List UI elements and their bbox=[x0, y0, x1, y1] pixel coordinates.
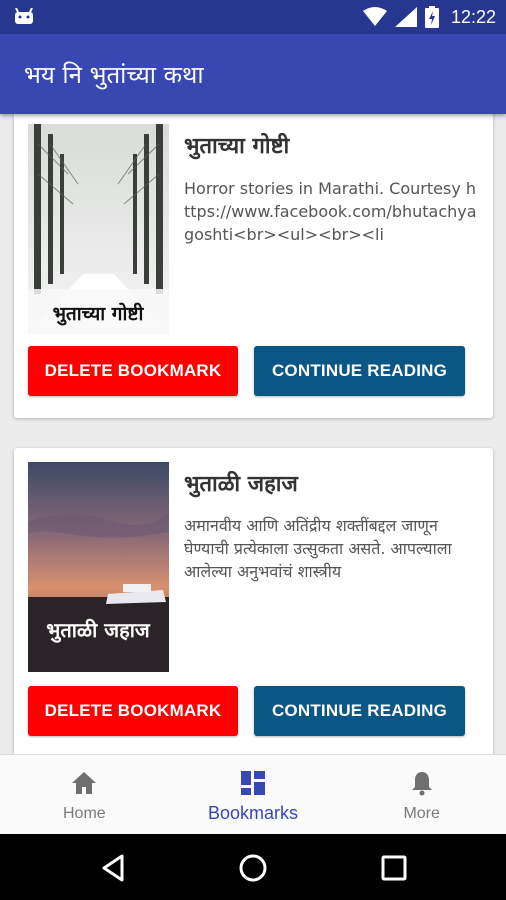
bell-icon bbox=[411, 772, 432, 796]
battery-charging-icon bbox=[424, 6, 439, 28]
app-bar: भय नि भुतांच्या कथा bbox=[0, 34, 506, 114]
wifi-icon bbox=[362, 7, 387, 26]
book-cover-image[interactable]: भुताळी जहाज bbox=[28, 462, 169, 672]
recents-icon[interactable] bbox=[378, 852, 410, 884]
bookmark-card[interactable]: भुताळी जहाज भुताळी जहाज अमानवीय आणि अतिं… bbox=[14, 448, 493, 754]
home-icon bbox=[72, 772, 97, 794]
nav-item-home[interactable]: Home bbox=[0, 755, 169, 834]
book-title[interactable]: भुताच्या गोष्टी bbox=[184, 130, 289, 160]
nav-label-home: Home bbox=[62, 805, 106, 822]
page-title: भय नि भुतांच्या कथा bbox=[24, 61, 204, 89]
book-cover-image[interactable]: भुताच्या गोष्टी bbox=[28, 124, 169, 334]
bottom-navigation: Home Bookmarks More bbox=[0, 754, 506, 834]
book-title[interactable]: भुताळी जहाज bbox=[184, 468, 298, 498]
delete-bookmark-button[interactable]: DELETE BOOKMARK bbox=[28, 346, 238, 396]
nav-label-more: More bbox=[403, 805, 440, 822]
signal-icon bbox=[394, 7, 417, 27]
bookmarks-grid-icon bbox=[241, 771, 265, 795]
continue-reading-button[interactable]: CONTINUE READING bbox=[254, 346, 465, 396]
book-description: Horror stories in Marathi. Courtesy http… bbox=[184, 179, 477, 244]
nav-item-more[interactable]: More bbox=[337, 755, 506, 834]
delete-bookmark-button[interactable]: DELETE BOOKMARK bbox=[28, 686, 238, 736]
nav-item-bookmarks[interactable]: Bookmarks bbox=[169, 755, 338, 834]
cover-title: भुताळी जहाज bbox=[46, 618, 151, 643]
status-bar: 12:22 bbox=[0, 0, 506, 34]
home-circle-icon[interactable] bbox=[237, 852, 269, 884]
bookmarks-list[interactable]: भुताच्या गोष्टी भुताच्या गोष्टी Horror s… bbox=[0, 114, 506, 754]
cover-title: भुताच्या गोष्टी bbox=[53, 302, 145, 326]
bookmark-card[interactable]: भुताच्या गोष्टी भुताच्या गोष्टी Horror s… bbox=[14, 114, 493, 418]
status-time: 12:22 bbox=[450, 6, 496, 27]
system-navigation-bar bbox=[0, 834, 506, 900]
back-icon[interactable] bbox=[98, 852, 130, 884]
continue-reading-button[interactable]: CONTINUE READING bbox=[254, 686, 465, 736]
android-icon bbox=[15, 8, 33, 24]
nav-label-bookmarks: Bookmarks bbox=[207, 803, 299, 823]
book-description: अमानवीय आणि अतिंद्रीय शक्तींबद्दल जाणून … bbox=[184, 516, 452, 581]
